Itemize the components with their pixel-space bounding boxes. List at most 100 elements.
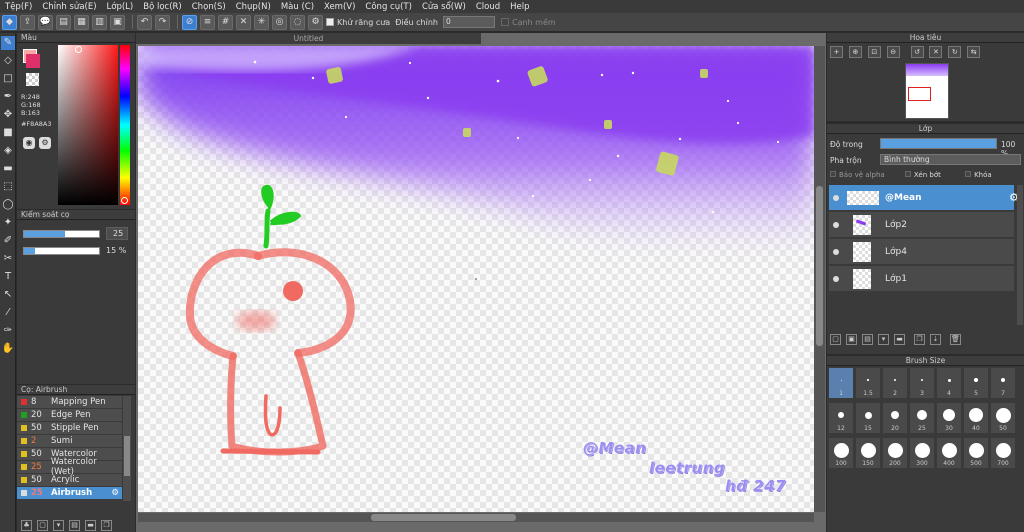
zoom-in-icon[interactable]: + (830, 46, 843, 58)
layout-icon[interactable]: ▣ (110, 14, 125, 30)
shape-fill-tool-icon[interactable]: ■ (1, 126, 15, 140)
protect-alpha-checkbox[interactable] (830, 171, 836, 177)
eraser-tool-icon[interactable]: ◇ (1, 54, 15, 68)
menu-help[interactable]: Help (505, 2, 534, 12)
brush-size-option[interactable]: 1.5 (856, 368, 880, 398)
hue-slider[interactable] (120, 45, 130, 205)
brush-add-icon[interactable]: ▾ (53, 519, 64, 531)
canvas-horizontal-scrollbar[interactable] (138, 513, 814, 522)
visibility-eye-icon[interactable] (833, 195, 839, 201)
snap-radial-icon[interactable]: ✳ (254, 14, 269, 30)
snap-off-icon[interactable]: ⊘ (182, 14, 197, 30)
brush-size-option[interactable]: 12 (829, 403, 853, 433)
visibility-eye-icon[interactable] (833, 249, 839, 255)
menu-file[interactable]: Tệp(F) (0, 2, 37, 12)
text-tool-icon[interactable]: T (1, 270, 15, 284)
layer-row[interactable]: Lớp4 (829, 239, 1014, 265)
brush-size-option[interactable]: 15 (856, 403, 880, 433)
correction-select[interactable]: 0 (442, 16, 495, 28)
flip-icon[interactable]: ⇆ (967, 46, 981, 58)
brush-settings-icon[interactable]: ⚙ (111, 488, 119, 498)
brush-size-option[interactable]: 20 (883, 403, 907, 433)
visibility-eye-icon[interactable] (833, 222, 839, 228)
layer-row[interactable]: Lớp2 (829, 212, 1014, 238)
canvas-vertical-scroll-thumb[interactable] (816, 186, 823, 346)
comment-icon[interactable]: 💬 (38, 14, 53, 30)
brush-size-option[interactable]: 200 (883, 438, 907, 468)
menu-filter[interactable]: Bộ lọc(R) (138, 2, 187, 12)
palette-settings-icon[interactable]: ⚙ (39, 137, 51, 149)
menu-layer[interactable]: Lớp(L) (102, 2, 139, 12)
brush-size-option[interactable]: 700 (991, 438, 1015, 468)
brush-item[interactable]: 2 Sumi (17, 435, 122, 448)
preview-viewport[interactable] (908, 87, 931, 101)
new-brush-icon[interactable]: ▢ (37, 519, 48, 531)
canvas-horizontal-scroll-thumb[interactable] (371, 514, 516, 521)
brush-size-option[interactable]: 4 (937, 368, 961, 398)
layer-folder-icon[interactable]: ▬ (894, 334, 905, 345)
grid-icon[interactable]: ▦ (74, 14, 89, 30)
new-color-layer-icon[interactable]: ▣ (846, 334, 857, 345)
fit-icon[interactable]: ⊡ (867, 46, 881, 58)
snap-parallel-icon[interactable]: ≡ (200, 14, 215, 30)
merge-down-icon[interactable]: ⇣ (930, 334, 941, 345)
zoom-out-icon[interactable]: ⊖ (886, 46, 900, 58)
reset-view-icon[interactable]: ✕ (929, 46, 943, 58)
canvas-vertical-scrollbar[interactable] (814, 46, 825, 512)
pen-tool-icon[interactable]: ✒ (1, 90, 15, 104)
brush-item[interactable]: 50 Stipple Pen (17, 422, 122, 435)
delete-layer-icon[interactable]: 🗑 (950, 334, 961, 345)
snap-settings-icon[interactable]: ⚙ (308, 14, 323, 30)
menu-window[interactable]: Cửa sổ(W) (417, 2, 471, 12)
eyedropper-tool-icon[interactable]: ⁄ (1, 306, 15, 320)
new-layer-icon[interactable]: ▢ (830, 334, 841, 345)
undo-icon[interactable]: ↶ (137, 14, 152, 30)
menu-tools[interactable]: Công cụ(T) (360, 2, 417, 12)
select-pen-tool-icon[interactable]: ✐ (1, 234, 15, 248)
snap-circle-icon[interactable]: ◎ (272, 14, 287, 30)
soft-edge-checkbox[interactable] (500, 18, 509, 26)
select-tool-icon[interactable]: ⬚ (1, 180, 15, 194)
menu-color[interactable]: Màu (C) (276, 2, 319, 12)
brush-size-option[interactable]: 100 (829, 438, 853, 468)
lock-checkbox[interactable] (965, 171, 972, 177)
drawing-canvas[interactable]: @Mean leetrung hđ 247 (138, 46, 814, 512)
magic-wand-tool-icon[interactable]: ✦ (1, 216, 15, 230)
snap-curve-icon[interactable]: ◌ (290, 14, 305, 30)
redo-icon[interactable]: ↷ (155, 14, 170, 30)
pen-nib-tool-icon[interactable]: ✑ (1, 324, 15, 338)
brush-size-option[interactable]: 150 (856, 438, 880, 468)
brush-duplicate-icon[interactable]: ❐ (101, 519, 112, 531)
brush-size-option[interactable]: 3 (910, 368, 934, 398)
color-picker-cursor[interactable] (75, 46, 82, 53)
brush-size-option[interactable]: 500 (964, 438, 988, 468)
brush-item[interactable]: 20 Edge Pen (17, 409, 122, 422)
menu-cloud[interactable]: Cloud (471, 2, 505, 12)
rect-select-tool-icon[interactable]: □ (1, 72, 15, 86)
brush-size-option[interactable]: 300 (910, 438, 934, 468)
hand-tool-icon[interactable]: ✋ (1, 342, 15, 356)
rotate-right-icon[interactable]: ↻ (948, 46, 962, 58)
brush-item[interactable]: 8 Mapping Pen (17, 396, 122, 409)
new-halftone-layer-icon[interactable]: ▤ (862, 334, 873, 345)
brush-size-option[interactable]: 40 (964, 403, 988, 433)
navigator-preview[interactable] (905, 63, 949, 119)
add-layer-menu-icon[interactable]: ▾ (878, 334, 889, 345)
layer-row-selected[interactable]: @Mean ⚙ (829, 185, 1019, 211)
menu-capture[interactable]: Chụp(N) (231, 2, 276, 12)
share-icon[interactable]: ⇪ (20, 14, 35, 30)
bucket-tool-icon[interactable]: ◈ (1, 144, 15, 158)
layers-scrollbar[interactable] (1017, 185, 1023, 325)
zoom-in-alt-icon[interactable]: ⊕ (848, 46, 862, 58)
brush-size-option[interactable]: 2 (883, 368, 907, 398)
brush-opacity-slider[interactable] (23, 247, 100, 255)
brush-item-selected[interactable]: 25 Airbrush ⚙ (17, 487, 122, 500)
document-tab[interactable]: Untitled (136, 33, 481, 44)
brush-size-option[interactable]: 1 (829, 368, 853, 398)
brush-size-option[interactable]: 400 (937, 438, 961, 468)
brush-list-scroll-thumb[interactable] (124, 436, 130, 476)
brush-group-icon[interactable]: ♣ (21, 519, 32, 531)
layer-opacity-slider[interactable] (880, 138, 997, 149)
snap-grid-icon[interactable]: # (218, 14, 233, 30)
brush-size-option[interactable]: 5 (964, 368, 988, 398)
